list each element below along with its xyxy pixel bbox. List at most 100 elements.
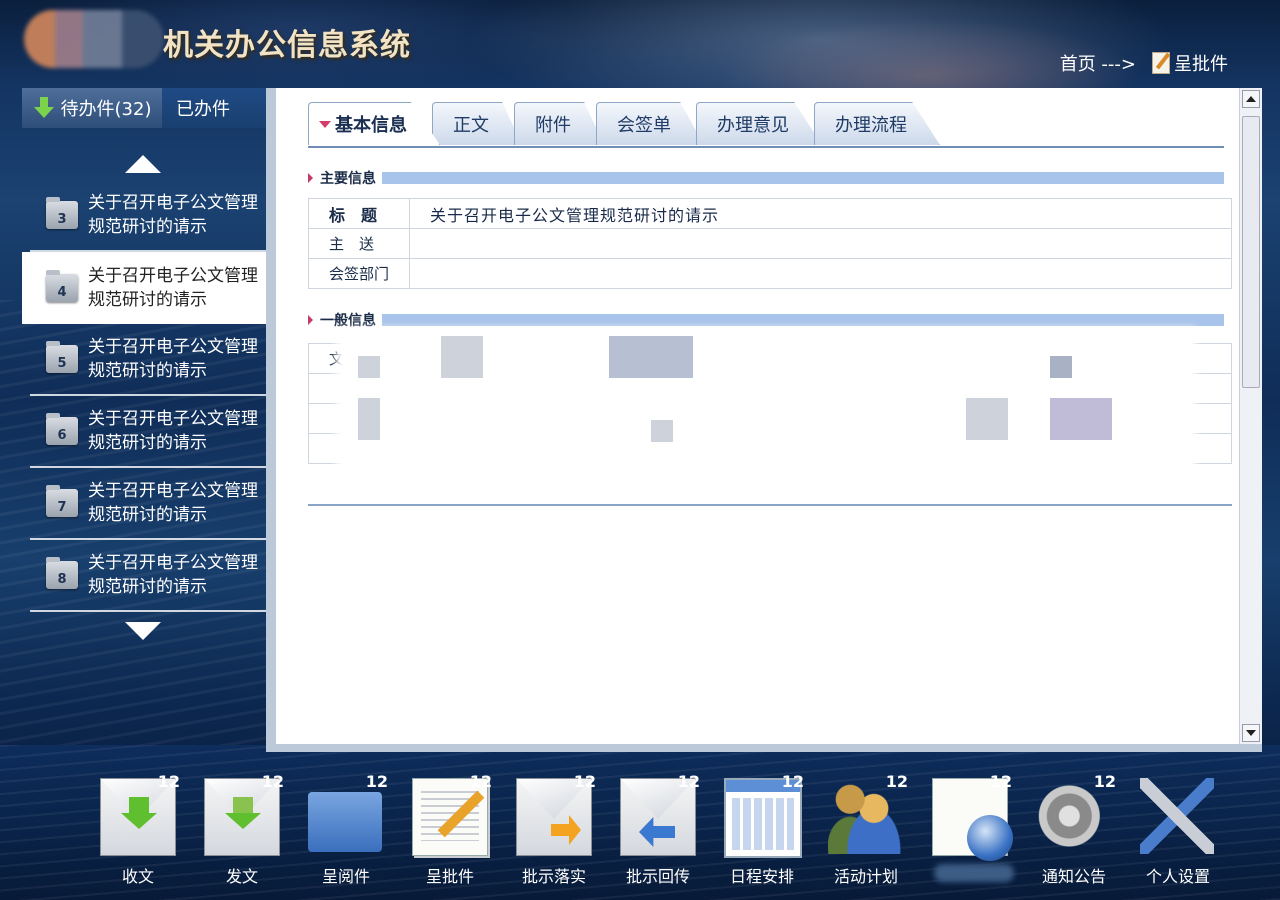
nav-current-label: 呈批件 <box>1174 54 1228 75</box>
table-row: 标 题 关于召开电子公文管理规范研讨的请示 <box>308 198 1232 229</box>
badge: 12 <box>1093 772 1116 791</box>
table-row: 主 送 <box>308 228 1232 259</box>
main-panel: 基本信息 正文 附件 会签单 办理意见 办理流程 主要信息 标 题 关于召开电子… <box>266 88 1262 752</box>
dock-item-redacted[interactable]: 12 <box>918 770 1022 890</box>
item-number: 4 <box>57 285 67 300</box>
dock-label: 收文 <box>121 867 154 886</box>
section-main-info: 主要信息 <box>308 168 1224 188</box>
tab-opinions[interactable]: 办理意见 <box>696 102 822 145</box>
redacted-patch <box>1050 356 1072 378</box>
item-title: 关于召开电子公文管理规范研讨的请示 <box>88 481 258 525</box>
dock-item-send[interactable]: 12 发文 <box>190 770 294 890</box>
dock-label: 个人设置 <box>1145 867 1210 886</box>
list-item[interactable]: 8 关于召开电子公文管理规范研讨的请示 <box>30 540 275 612</box>
dock-label: 批示落实 <box>521 867 586 886</box>
redacted-patch <box>609 336 693 378</box>
item-number: 8 <box>57 572 67 587</box>
send-value[interactable] <box>409 228 1232 259</box>
dock-item-activity-plan[interactable]: 12 活动计划 <box>814 770 918 890</box>
scroll-up-arrow-icon[interactable] <box>125 155 161 173</box>
folder-icon: 4 <box>46 270 78 302</box>
list-item[interactable]: 6 关于召开电子公文管理规范研讨的请示 <box>30 396 275 468</box>
app-dock: 12 收文 12 发文 12 呈阅件 12 呈批件 12 批示落实 12 批示回… <box>86 770 1230 890</box>
redacted-label <box>934 864 1014 882</box>
dock-item-approval[interactable]: 12 呈批件 <box>398 770 502 890</box>
tab-marker-icon <box>319 120 331 128</box>
badge: 12 <box>365 772 388 791</box>
section-label: 一般信息 <box>320 313 376 329</box>
list-item-active[interactable]: 4 关于召开电子公文管理规范研讨的请示 <box>22 252 275 324</box>
tab-workflow[interactable]: 办理流程 <box>814 102 940 145</box>
logo <box>24 10 164 68</box>
folder-icon: 7 <box>46 485 78 517</box>
folder-icon <box>308 792 382 852</box>
folder-icon: 3 <box>46 197 78 229</box>
redacted-patch <box>358 356 380 378</box>
badge: 12 <box>573 772 596 791</box>
dock-item-notice[interactable]: 12 通知公告 <box>1022 770 1126 890</box>
scroll-down-arrow-icon[interactable] <box>125 622 161 640</box>
pencil-document-icon <box>1152 52 1170 74</box>
scroll-thumb[interactable] <box>1242 116 1260 388</box>
badge: 12 <box>677 772 700 791</box>
redacted-patch <box>1050 398 1112 440</box>
vertical-scrollbar[interactable] <box>1239 88 1262 744</box>
dock-label: 通知公告 <box>1041 867 1106 886</box>
dock-item-instruction-implement[interactable]: 12 批示落实 <box>502 770 606 890</box>
tab-done[interactable]: 已办件 <box>162 88 266 128</box>
dock-item-review[interactable]: 12 呈阅件 <box>294 770 398 890</box>
dock-item-inbox[interactable]: 12 收文 <box>86 770 190 890</box>
dock-item-instruction-return[interactable]: 12 批示回传 <box>606 770 710 890</box>
item-title: 关于召开电子公文管理规范研讨的请示 <box>88 193 258 237</box>
nav-home-link[interactable]: 首页 ---> <box>1060 50 1136 76</box>
dept-value[interactable] <box>409 258 1232 289</box>
badge: 12 <box>781 772 804 791</box>
scroll-down-button[interactable] <box>1242 724 1260 742</box>
badge: 12 <box>885 772 908 791</box>
dock-item-settings[interactable]: 个人设置 <box>1126 770 1230 890</box>
item-title: 关于召开电子公文管理规范研讨的请示 <box>88 553 258 597</box>
dock-label: 批示回传 <box>625 867 690 886</box>
badge: 12 <box>989 772 1012 791</box>
title-value[interactable]: 关于召开电子公文管理规范研讨的请示 <box>409 198 1232 229</box>
nav-current-link[interactable]: 呈批件 <box>1152 50 1228 76</box>
item-title: 关于召开电子公文管理规范研讨的请示 <box>88 409 258 453</box>
folder-icon: 5 <box>46 341 78 373</box>
section-marker-icon <box>308 315 313 325</box>
item-number: 3 <box>57 212 67 227</box>
item-number: 6 <box>57 428 67 443</box>
item-number: 7 <box>57 500 67 515</box>
list-item[interactable]: 3 关于召开电子公文管理规范研讨的请示 <box>30 180 275 252</box>
table-row: 会签部门 <box>308 258 1232 289</box>
send-label: 主 送 <box>308 228 410 259</box>
redacted-patch <box>651 420 673 442</box>
folder-icon: 8 <box>46 557 78 589</box>
dock-label: 发文 <box>225 867 258 886</box>
section-general-info: 一般信息 <box>308 310 1224 330</box>
tab-body-text[interactable]: 正文 <box>432 102 522 145</box>
section-bar <box>382 314 1224 326</box>
folder-icon: 6 <box>46 413 78 445</box>
app-title: 机关办公信息系统 <box>163 28 411 63</box>
down-arrow-icon <box>33 97 55 119</box>
section-bar <box>382 172 1224 184</box>
section-marker-icon <box>308 173 313 183</box>
tab-countersign[interactable]: 会签单 <box>596 102 704 145</box>
list-item[interactable]: 5 关于召开电子公文管理规范研讨的请示 <box>30 324 275 396</box>
redacted-patch <box>358 398 380 440</box>
dock-label: 日程安排 <box>729 867 794 886</box>
left-tabs: 待办件(32) 已办件 <box>22 88 266 128</box>
item-number: 5 <box>57 356 67 371</box>
tab-attachments[interactable]: 附件 <box>514 102 604 145</box>
scroll-up-button[interactable] <box>1242 90 1260 108</box>
badge: 12 <box>157 772 180 791</box>
tab-todo[interactable]: 待办件(32) <box>22 88 162 128</box>
title-label: 标 题 <box>308 198 410 229</box>
section-label: 主要信息 <box>320 171 376 187</box>
list-item[interactable]: 7 关于召开电子公文管理规范研讨的请示 <box>30 468 275 540</box>
tab-basic-info[interactable]: 基本信息 <box>308 102 440 145</box>
detail-tabs: 基本信息 正文 附件 会签单 办理意见 办理流程 <box>308 100 1224 148</box>
item-title: 关于召开电子公文管理规范研讨的请示 <box>88 266 258 310</box>
dock-item-schedule[interactable]: 12 日程安排 <box>710 770 814 890</box>
main-info-table: 标 题 关于召开电子公文管理规范研讨的请示 主 送 会签部门 <box>308 198 1232 289</box>
